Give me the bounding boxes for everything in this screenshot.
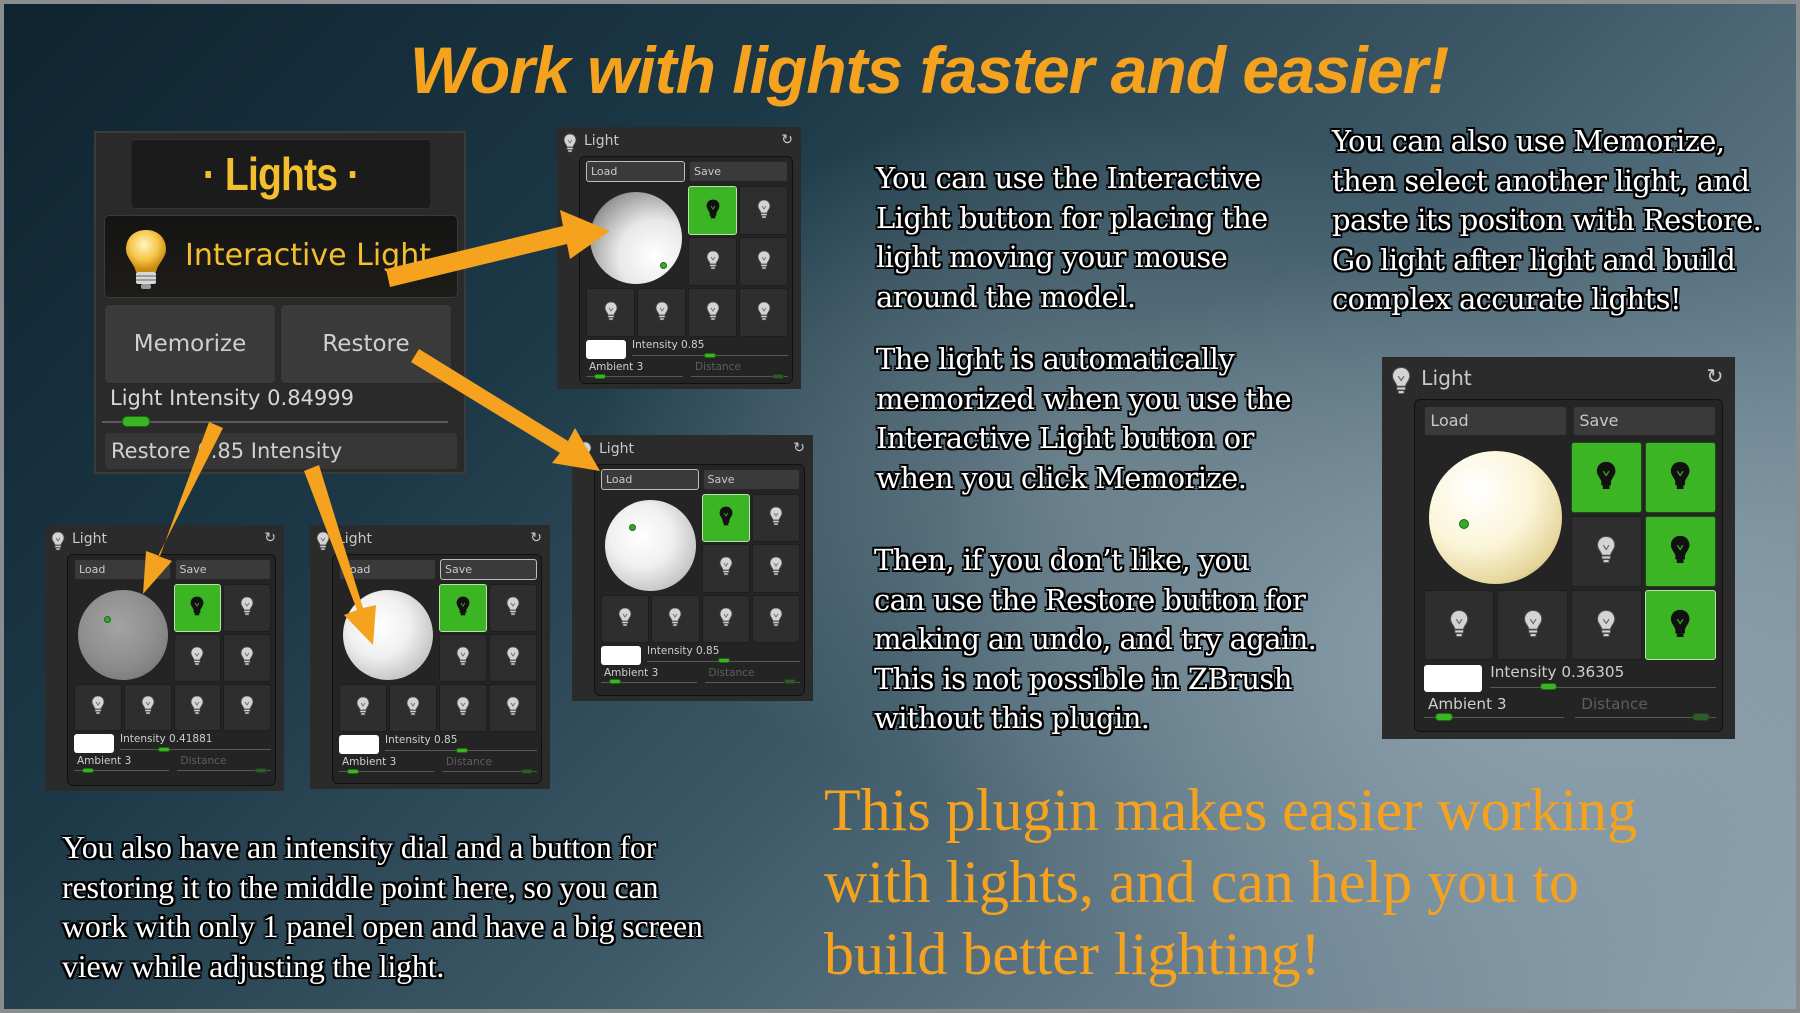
arrow-restore-intensity-to-panel-2 xyxy=(304,465,376,645)
annotation-arrows xyxy=(143,210,610,645)
slide: Work with lights faster and easier! · Li… xyxy=(4,4,1796,1009)
arrow-interactive-to-top-panel xyxy=(386,210,610,287)
arrow-restore-to-middle-panel xyxy=(411,349,600,471)
arrow-intensity-to-panel-1 xyxy=(143,422,223,594)
